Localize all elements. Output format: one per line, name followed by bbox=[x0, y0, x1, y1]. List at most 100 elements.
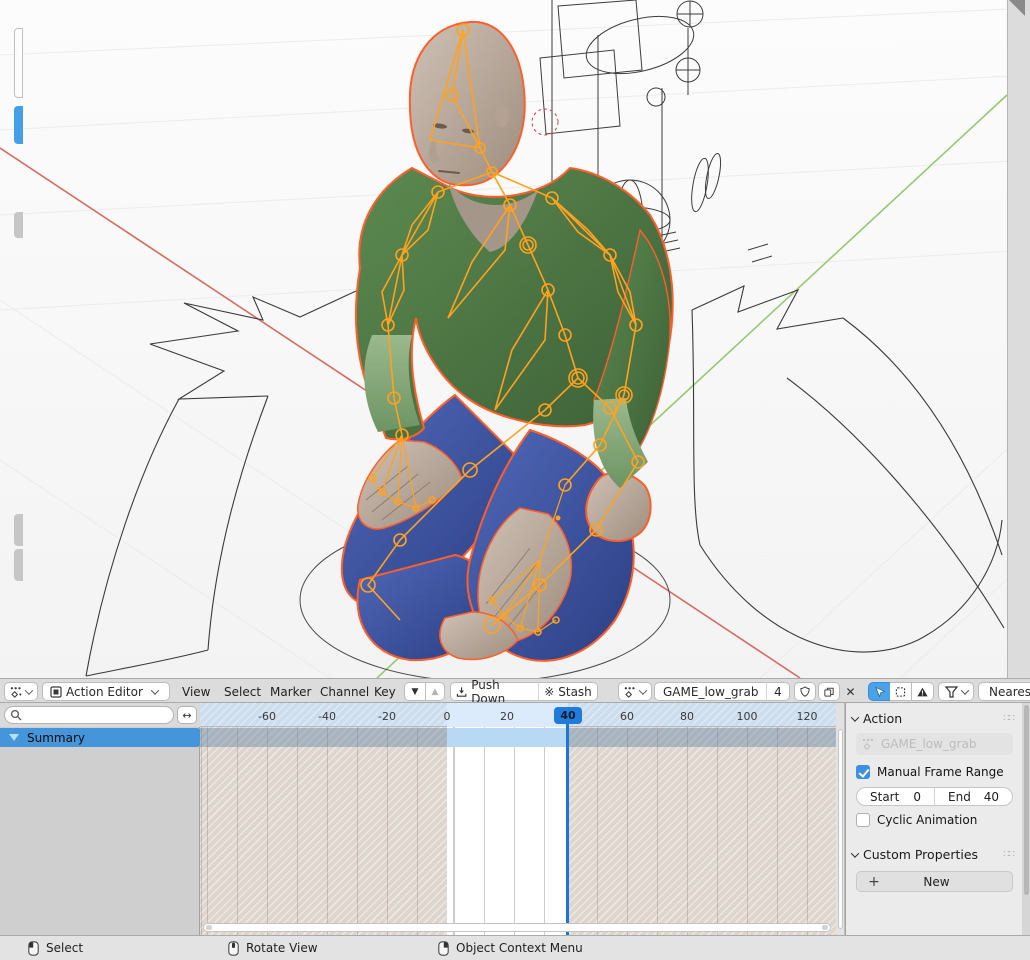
duplicate-action-button[interactable] bbox=[818, 682, 840, 701]
timeline-ruler[interactable]: -60 -40 -20 0 20 60 80 100 120 40 bbox=[200, 703, 836, 727]
menu-channel[interactable]: Channel bbox=[314, 682, 375, 701]
playhead[interactable] bbox=[566, 724, 569, 935]
custom-properties-panel-header[interactable]: Custom Properties bbox=[852, 847, 978, 862]
chevron-down-icon bbox=[151, 686, 159, 694]
push-down-label: Push Down bbox=[471, 678, 533, 703]
panel-grip-icon[interactable]: ∷∷ bbox=[1003, 713, 1014, 724]
box-select-icon bbox=[895, 686, 906, 698]
tick-label: 120 bbox=[797, 710, 818, 723]
editor-mode-label: Action Editor bbox=[66, 685, 143, 699]
timeline-v-scrollbar[interactable] bbox=[838, 729, 843, 929]
start-frame-field[interactable]: Start 0 bbox=[857, 788, 935, 805]
hint-context-menu: Object Context Menu bbox=[438, 941, 583, 956]
new-button-label: New bbox=[891, 875, 982, 889]
dopesheet-icon bbox=[10, 686, 22, 698]
push-down-icon bbox=[456, 686, 467, 698]
checkbox-unchecked-icon[interactable] bbox=[856, 813, 870, 827]
chevron-down-icon bbox=[960, 686, 968, 694]
fake-user-button[interactable] bbox=[794, 682, 816, 701]
chevron-down-icon bbox=[25, 686, 33, 694]
hint-select-label: Select bbox=[46, 941, 83, 955]
end-label: End bbox=[948, 790, 971, 804]
viewport-tab-active[interactable] bbox=[14, 106, 23, 144]
push-down-button[interactable]: Push Down bbox=[450, 682, 538, 701]
tick-label: -40 bbox=[318, 710, 336, 723]
stash-icon: ※ bbox=[544, 685, 554, 699]
chevron-down-icon bbox=[851, 849, 859, 857]
dopesheet-sidebar: Action ∷∷ GAME_low_grab Manual Frame Ran… bbox=[845, 703, 1022, 935]
action-users-count[interactable]: 4 bbox=[766, 682, 790, 701]
sidebar-scrollstrip bbox=[1022, 703, 1030, 935]
linked-action-name: GAME_low_grab bbox=[881, 737, 976, 751]
search-expand-button[interactable]: ↔ bbox=[177, 706, 197, 724]
current-frame-badge[interactable]: 40 bbox=[554, 707, 582, 724]
action-browse-button[interactable] bbox=[618, 682, 652, 701]
mouse-middle-icon bbox=[228, 941, 239, 956]
sidebar-scrollbar[interactable] bbox=[1024, 705, 1029, 895]
tick-label: 0 bbox=[444, 710, 451, 723]
menu-select[interactable]: Select bbox=[218, 682, 267, 701]
close-icon: ✕ bbox=[845, 685, 855, 699]
viewport-side-strip bbox=[1007, 0, 1030, 678]
move-up-button-disabled[interactable]: ▲ bbox=[425, 682, 445, 701]
menu-view[interactable]: View bbox=[176, 682, 216, 701]
move-down-button[interactable]: ▼ bbox=[404, 682, 425, 701]
new-property-button[interactable]: + New bbox=[856, 871, 1013, 892]
custom-properties-title: Custom Properties bbox=[863, 847, 978, 862]
viewport-3d[interactable] bbox=[0, 0, 1030, 678]
tick-label: 60 bbox=[620, 710, 634, 723]
end-frame-field[interactable]: End 40 bbox=[935, 788, 1012, 805]
dopesheet-timeline[interactable]: -60 -40 -20 0 20 60 80 100 120 40 bbox=[200, 703, 836, 935]
only-selected-toggle-active[interactable] bbox=[868, 682, 890, 701]
panel-grip-icon[interactable]: ∷∷ bbox=[1003, 849, 1014, 860]
manual-frame-range-row[interactable]: Manual Frame Range bbox=[856, 765, 1004, 779]
scrollbar-handle-left[interactable] bbox=[206, 925, 212, 930]
expand-triangle-icon bbox=[9, 734, 19, 741]
channel-search-row: ↔ bbox=[0, 703, 200, 727]
scrollbar-handle-right[interactable] bbox=[822, 925, 828, 930]
show-hidden-toggle[interactable] bbox=[890, 682, 912, 701]
tick-label: -20 bbox=[378, 710, 396, 723]
action-panel-title: Action bbox=[863, 711, 902, 726]
timeline-h-scrollbar[interactable] bbox=[203, 923, 831, 932]
show-errors-toggle[interactable] bbox=[912, 682, 934, 701]
stash-button[interactable]: ※ Stash bbox=[538, 682, 598, 701]
snap-mode-select[interactable]: Nearest Frame bbox=[978, 682, 1030, 701]
checkbox-checked-icon[interactable] bbox=[856, 765, 870, 779]
cyclic-animation-label: Cyclic Animation bbox=[877, 813, 977, 827]
region-corner-widget[interactable] bbox=[1009, 0, 1025, 16]
viewport-tab[interactable] bbox=[14, 28, 23, 98]
plus-icon: + bbox=[857, 874, 891, 890]
shield-icon bbox=[800, 685, 810, 698]
viewport-tab[interactable] bbox=[14, 212, 23, 238]
editor-mode-select[interactable]: Action Editor bbox=[42, 682, 170, 701]
manual-frame-range-label: Manual Frame Range bbox=[877, 765, 1004, 779]
viewport-tab[interactable] bbox=[14, 514, 23, 546]
action-icon bbox=[624, 686, 636, 698]
linked-action-row[interactable]: GAME_low_grab bbox=[856, 733, 1013, 755]
hint-select: Select bbox=[28, 941, 83, 956]
editor-type-button[interactable] bbox=[4, 682, 38, 701]
copy-icon bbox=[824, 686, 834, 698]
action-panel-header[interactable]: Action bbox=[852, 711, 902, 726]
hint-context-menu-label: Object Context Menu bbox=[456, 941, 583, 955]
tick-label: -60 bbox=[258, 710, 276, 723]
start-label: Start bbox=[870, 790, 899, 804]
channel-summary-label: Summary bbox=[27, 731, 85, 745]
cyclic-animation-row[interactable]: Cyclic Animation bbox=[856, 813, 977, 827]
action-name-field[interactable]: GAME_low_grab bbox=[654, 682, 766, 701]
viewport-tab[interactable] bbox=[14, 549, 23, 581]
unlink-action-button[interactable]: ✕ bbox=[841, 682, 860, 701]
cursor-icon bbox=[874, 686, 885, 698]
viewport-scene bbox=[0, 0, 1030, 678]
frame-range-fields: Start 0 End 40 bbox=[856, 787, 1013, 806]
menu-key[interactable]: Key bbox=[368, 682, 402, 701]
action-icon-disabled bbox=[862, 738, 875, 750]
filter-button[interactable] bbox=[938, 682, 974, 701]
menu-marker[interactable]: Marker bbox=[264, 682, 317, 701]
timeline-v-scrollstrip bbox=[836, 703, 845, 935]
tick-label: 100 bbox=[737, 710, 758, 723]
channel-search-input[interactable] bbox=[4, 706, 174, 724]
channel-summary[interactable]: Summary bbox=[0, 728, 200, 747]
end-value: 40 bbox=[984, 790, 999, 804]
